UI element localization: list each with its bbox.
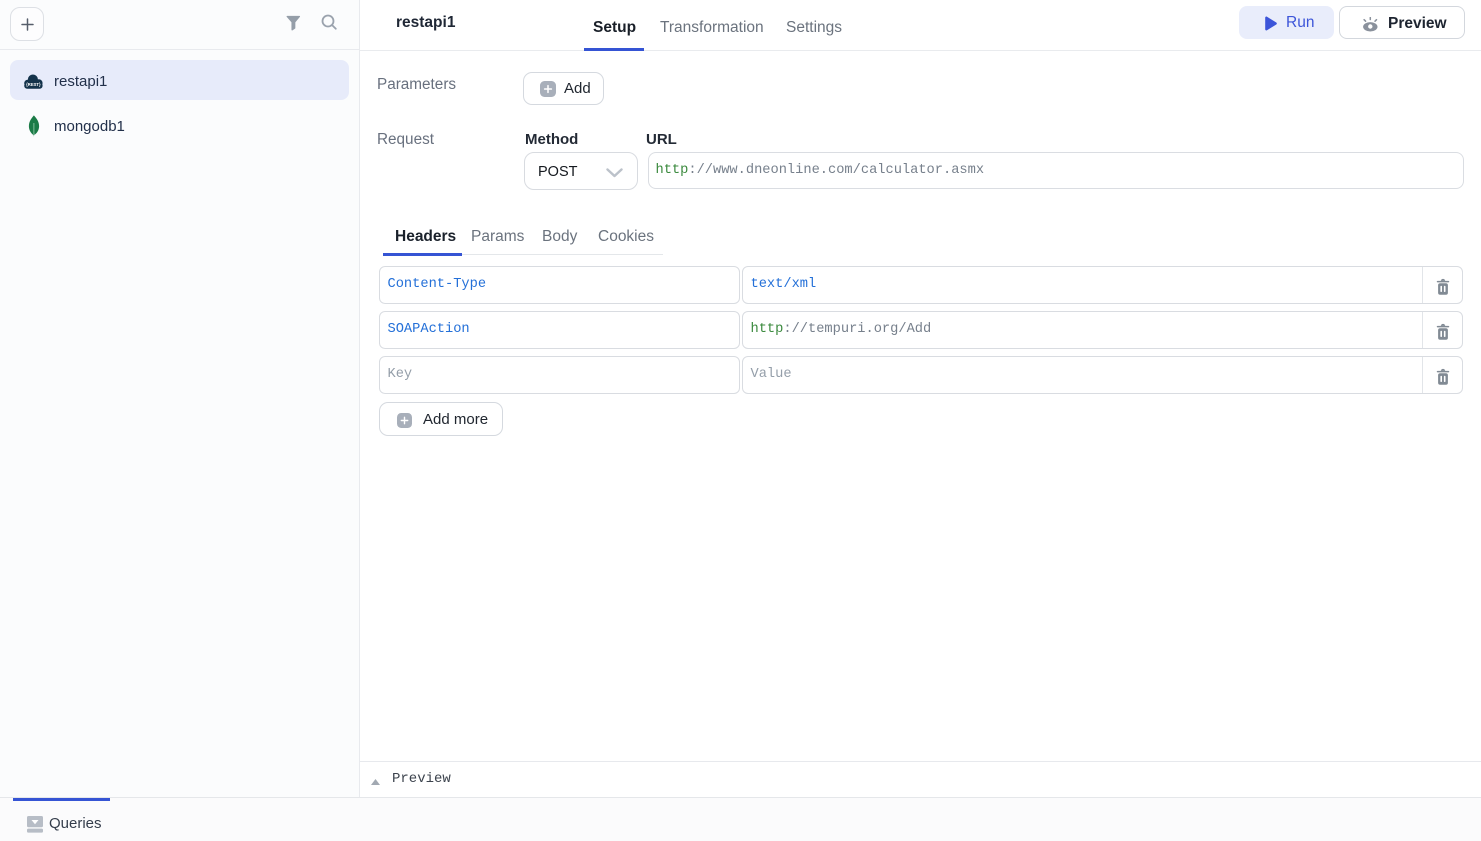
svg-text:{REST}: {REST}: [26, 82, 41, 87]
